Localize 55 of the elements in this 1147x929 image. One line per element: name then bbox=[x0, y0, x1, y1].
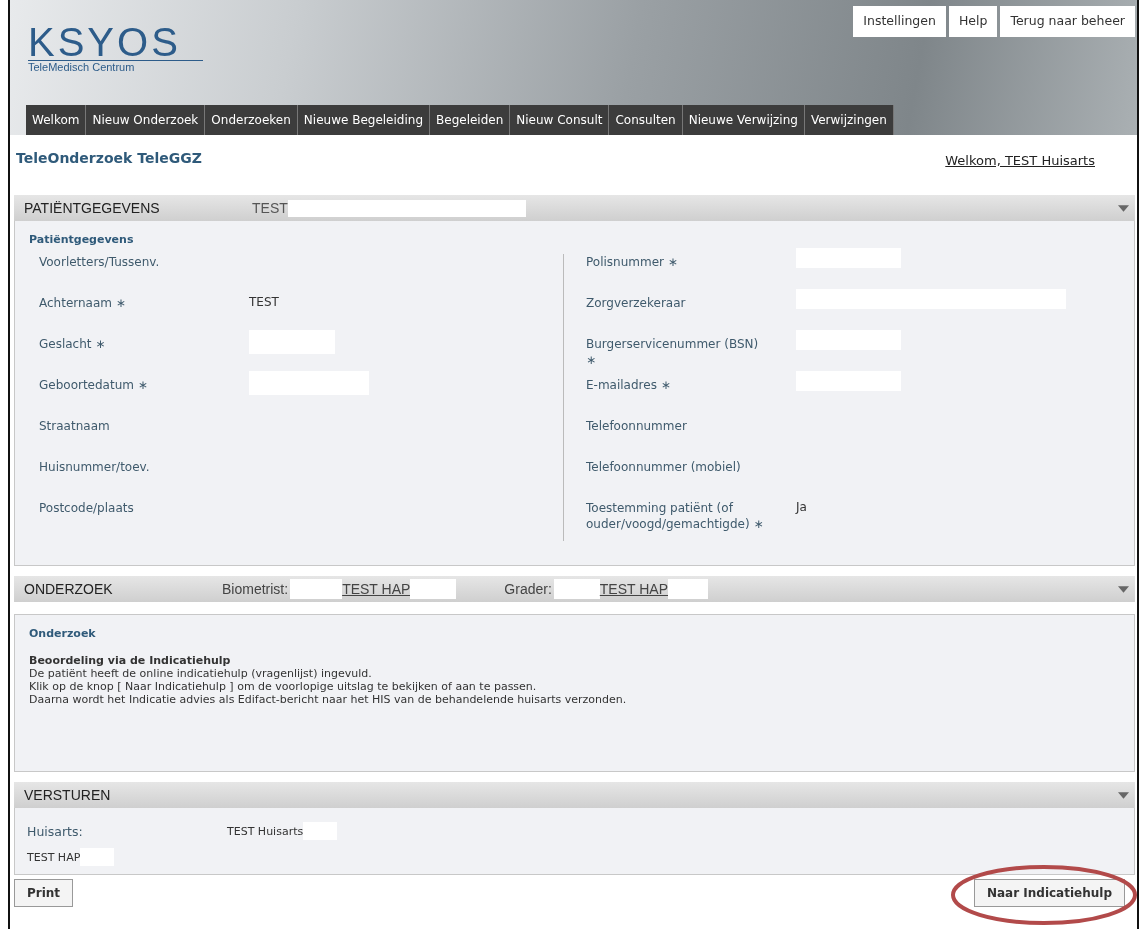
info-text: De patiënt heeft de online indicatiehulp (vragenlijst) ingevuld. bbox=[29, 667, 373, 680]
nav-tab[interactable]: Nieuw Consult bbox=[510, 105, 610, 135]
nav-tab[interactable]: Welkom bbox=[26, 105, 87, 135]
top-link[interactable]: Terug naar beheer bbox=[1000, 6, 1135, 37]
field-label: Voorletters/Tussenv. bbox=[39, 254, 161, 270]
biometrist-link[interactable]: TEST HAP bbox=[342, 581, 411, 597]
field-label: Achternaam ∗ bbox=[39, 295, 127, 311]
nav-tab[interactable]: Nieuwe Begeleiding bbox=[297, 105, 430, 135]
nav-tab[interactable]: Begeleiden bbox=[430, 105, 511, 135]
redaction-block bbox=[668, 579, 708, 599]
info-text: Klik op de knop [ Naar Indicatiehulp ] om de voorlopige uitslag te bekijken of aan te passen. bbox=[29, 680, 538, 693]
field-label: Zorgverzekeraar bbox=[586, 295, 687, 311]
grader-link[interactable]: TEST HAP bbox=[599, 581, 668, 597]
field-label: Telefoonnummer (mobiel) bbox=[586, 459, 742, 475]
field-label: Geboortedatum ∗ bbox=[39, 377, 149, 393]
field-value: Ja bbox=[796, 500, 807, 514]
field-label: Huisarts: bbox=[27, 823, 84, 839]
nav-tab[interactable]: Nieuwe Verwijzing bbox=[682, 105, 805, 135]
page-title: TeleOnderzoek TeleGGZ bbox=[16, 150, 202, 168]
section-header[interactable]: VERSTUREN bbox=[14, 782, 1135, 808]
field-value: TEST bbox=[249, 295, 279, 309]
field-label: E-mailadres ∗ bbox=[586, 377, 672, 393]
print-button[interactable]: Print bbox=[14, 879, 74, 907]
indicatiehulp-button[interactable]: Naar Indicatiehulp bbox=[973, 879, 1125, 907]
info-heading: Beoordeling via de Indicatiehulp bbox=[29, 654, 232, 667]
section-subheading: Onderzoek bbox=[29, 627, 97, 640]
field-label: Geslacht ∗ bbox=[39, 336, 107, 352]
section-header[interactable]: ONDERZOEK Biometrist: TEST HAP Grader: TEST HAP bbox=[14, 576, 1135, 602]
nav-tab[interactable]: Nieuw Onderzoek bbox=[86, 105, 206, 135]
nav-tab[interactable]: Consulten bbox=[609, 105, 683, 135]
section-header[interactable]: PATIËNTGEGEVENS TEST bbox=[14, 195, 1135, 221]
field-label: Huisnummer/toev. bbox=[39, 459, 151, 475]
nav-tab[interactable]: Verwijzingen bbox=[804, 105, 894, 135]
redaction-block bbox=[410, 579, 457, 599]
field-label: Straatnaam bbox=[39, 418, 111, 434]
caret-icon bbox=[1118, 791, 1129, 799]
logo-subtitle: TeleMedisch Centrum bbox=[28, 60, 203, 73]
field-label: Burgerservicenummer (BSN) ∗ bbox=[586, 336, 760, 368]
top-link[interactable]: Instellingen bbox=[853, 6, 946, 37]
field-value: TEST Huisarts bbox=[227, 824, 304, 838]
caret-icon bbox=[1118, 585, 1129, 593]
redaction-block bbox=[290, 579, 343, 599]
redaction-block bbox=[553, 579, 600, 599]
field-value: TEST HAP bbox=[27, 850, 81, 864]
nav-tab[interactable]: Onderzoeken bbox=[205, 105, 298, 135]
logo-text: KSYOS bbox=[28, 24, 182, 60]
section-subheading: Patiëntgegevens bbox=[29, 233, 135, 246]
field-label: Polisnummer ∗ bbox=[586, 254, 679, 270]
caret-icon bbox=[1118, 204, 1129, 212]
welcome-link[interactable]: Welkom, TEST Huisarts bbox=[945, 153, 1095, 195]
field-label: Telefoonnummer bbox=[586, 418, 688, 434]
info-text: Daarna wordt het Indicatie advies als Edifact-bericht naar het HIS van de behandelende huisarts verzonden. bbox=[29, 693, 628, 706]
field-label: Postcode/plaats bbox=[39, 500, 135, 516]
field-label: Toestemming patiënt (of ouder/voogd/gemachtigde) ∗ bbox=[586, 500, 765, 532]
top-link[interactable]: Help bbox=[948, 6, 998, 37]
